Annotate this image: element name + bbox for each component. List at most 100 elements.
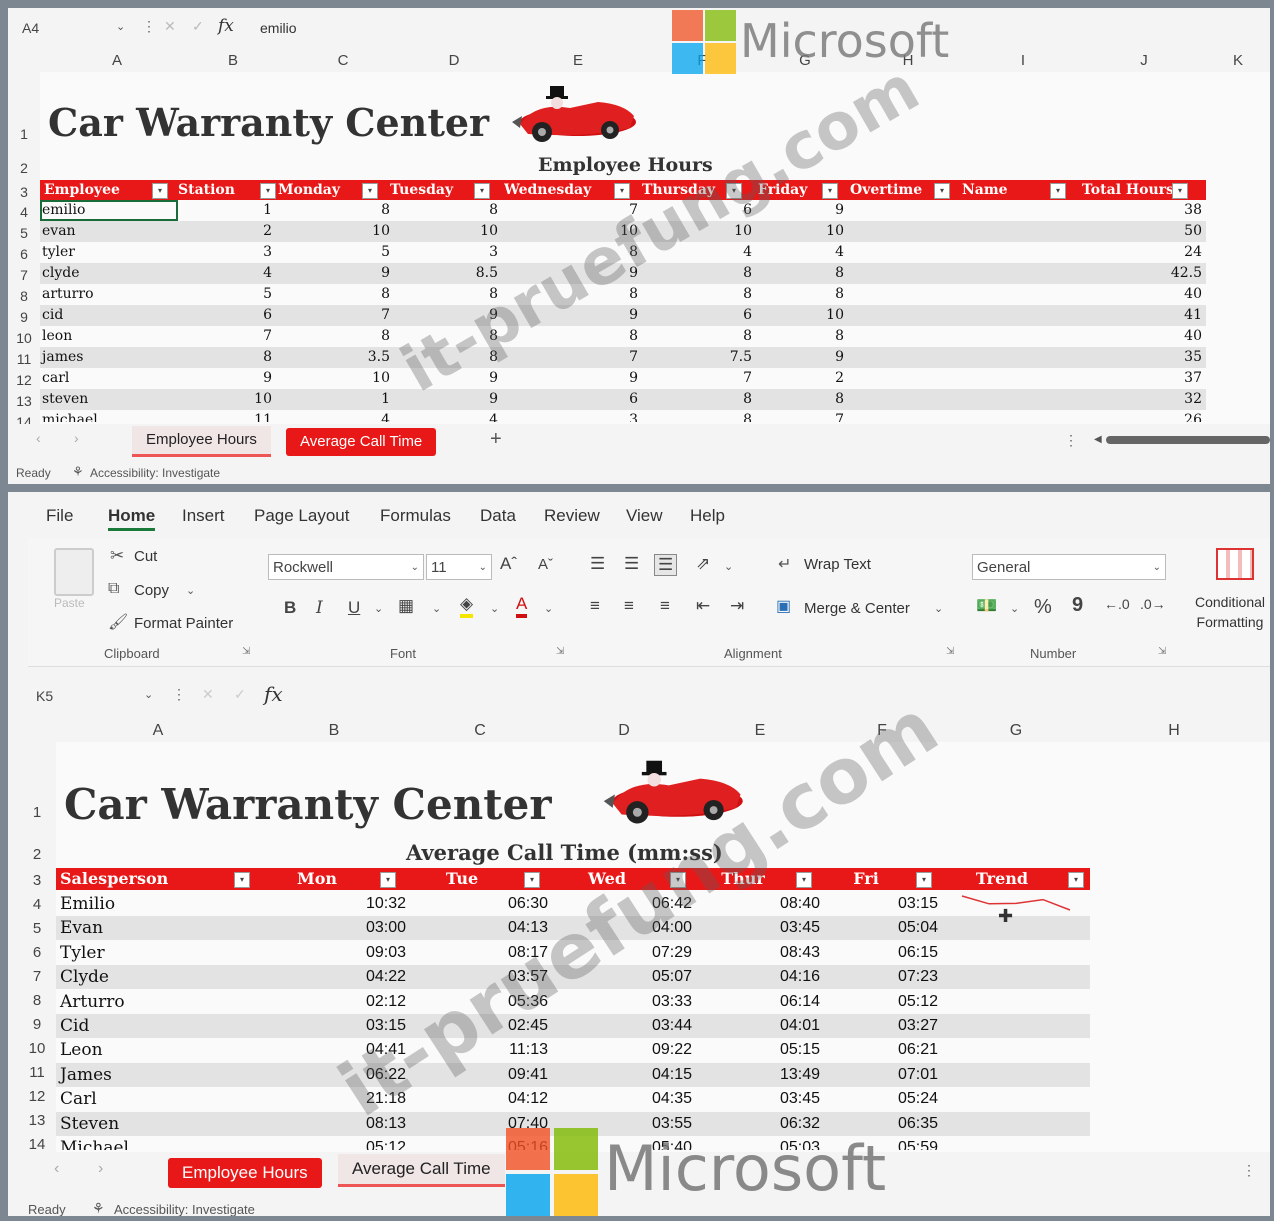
- table-cell[interactable]: 7: [512, 347, 638, 368]
- table-cell[interactable]: 04:15: [552, 1063, 692, 1087]
- chevron-left-icon[interactable]: ‹: [36, 430, 41, 446]
- table-cell[interactable]: 03:33: [552, 990, 692, 1014]
- table-cell[interactable]: 10: [760, 221, 844, 242]
- table-cell[interactable]: 38: [1084, 200, 1202, 221]
- row-header[interactable]: 13: [10, 393, 38, 409]
- chevron-down-icon[interactable]: ⌄: [490, 602, 499, 615]
- cancel-icon[interactable]: ✕: [202, 686, 214, 703]
- table-cell[interactable]: 8: [648, 326, 752, 347]
- table-cell[interactable]: 03:45: [696, 1087, 820, 1111]
- table-cell[interactable]: 10: [512, 221, 638, 242]
- column-header[interactable]: B: [178, 52, 288, 69]
- tab-file[interactable]: File: [46, 506, 73, 526]
- table-cell[interactable]: 8: [648, 263, 752, 284]
- chevron-down-icon[interactable]: ⌄: [144, 688, 153, 701]
- table-cell[interactable]: 05:15: [696, 1038, 820, 1062]
- table-cell[interactable]: [854, 242, 958, 263]
- column-header[interactable]: A: [48, 52, 186, 69]
- table-cell[interactable]: 9: [180, 368, 272, 389]
- table-cell[interactable]: 8: [290, 200, 390, 221]
- align-left-icon[interactable]: ≡: [590, 596, 600, 616]
- chevron-down-icon[interactable]: ⌄: [934, 602, 943, 615]
- table-cell[interactable]: 4: [180, 263, 272, 284]
- table-cell[interactable]: 8: [760, 284, 844, 305]
- table-cell[interactable]: 1: [180, 200, 272, 221]
- table-cell[interactable]: 8: [512, 242, 638, 263]
- table-cell[interactable]: 8.5: [400, 263, 498, 284]
- table-cell[interactable]: 8: [400, 347, 498, 368]
- filter-dropdown-icon[interactable]: ▾: [614, 183, 630, 199]
- table-cell[interactable]: Carl: [60, 1087, 250, 1111]
- table-cell[interactable]: clyde: [42, 263, 172, 284]
- row-header[interactable]: 3: [10, 184, 38, 200]
- column-header[interactable]: G: [940, 722, 1092, 740]
- column-header[interactable]: F: [824, 722, 940, 740]
- row-header[interactable]: 7: [10, 267, 38, 283]
- row-header[interactable]: 6: [10, 246, 38, 262]
- table-cell[interactable]: michael: [42, 410, 172, 422]
- table-cell[interactable]: 7: [180, 326, 272, 347]
- font-color-icon[interactable]: A: [516, 594, 528, 618]
- chevron-down-icon[interactable]: ⌄: [432, 602, 441, 615]
- function-icon[interactable]: fx: [264, 682, 283, 706]
- row-header[interactable]: 14: [22, 1136, 52, 1153]
- decrease-decimal-icon[interactable]: .0→: [1140, 596, 1166, 612]
- table-cell[interactable]: 04:12: [408, 1087, 548, 1111]
- table-cell[interactable]: leon: [42, 326, 172, 347]
- cancel-icon[interactable]: ✕: [164, 18, 176, 35]
- column-header[interactable]: K: [1206, 52, 1270, 69]
- row-header[interactable]: 13: [22, 1112, 52, 1129]
- table-cell[interactable]: [854, 221, 958, 242]
- table-cell[interactable]: 3.5: [290, 347, 390, 368]
- decrease-font-icon[interactable]: Aˇ: [538, 556, 553, 573]
- table-cell[interactable]: carl: [42, 368, 172, 389]
- table-cell[interactable]: 26: [1084, 410, 1202, 422]
- filter-dropdown-icon[interactable]: ▾: [796, 872, 812, 888]
- table-cell[interactable]: 7: [648, 368, 752, 389]
- table-cell[interactable]: 9: [290, 263, 390, 284]
- italic-button[interactable]: I: [316, 598, 323, 618]
- tab-data[interactable]: Data: [480, 506, 516, 526]
- chevron-down-icon[interactable]: ⌄: [186, 584, 195, 597]
- row-header[interactable]: 10: [22, 1040, 52, 1057]
- percent-style-button[interactable]: %: [1034, 596, 1052, 619]
- table-cell[interactable]: 8: [760, 389, 844, 410]
- table-cell[interactable]: 8: [290, 326, 390, 347]
- table-cell[interactable]: 8: [760, 326, 844, 347]
- enter-icon[interactable]: ✓: [192, 18, 204, 35]
- table-cell[interactable]: 03:15: [260, 1014, 406, 1038]
- tab-page-layout[interactable]: Page Layout: [254, 506, 349, 526]
- filter-dropdown-icon[interactable]: ▾: [1068, 872, 1084, 888]
- table-cell[interactable]: [854, 284, 958, 305]
- filter-dropdown-icon[interactable]: ▾: [380, 872, 396, 888]
- align-right-icon[interactable]: ≡: [660, 596, 670, 616]
- table-cell[interactable]: 03:44: [552, 1014, 692, 1038]
- underline-button[interactable]: U: [348, 598, 360, 618]
- status-accessibility[interactable]: Accessibility: Investigate: [90, 466, 220, 480]
- orientation-icon[interactable]: ⇗: [696, 554, 710, 574]
- table-cell[interactable]: 3: [400, 242, 498, 263]
- filter-dropdown-icon[interactable]: ▾: [234, 872, 250, 888]
- row-header[interactable]: 6: [22, 944, 52, 961]
- paste-icon[interactable]: [54, 548, 94, 596]
- table-cell[interactable]: Leon: [60, 1038, 250, 1062]
- align-bottom-icon[interactable]: ☰: [654, 554, 678, 576]
- table-cell[interactable]: [854, 200, 958, 221]
- table-cell[interactable]: 6: [648, 305, 752, 326]
- table-cell[interactable]: 42.5: [1084, 263, 1202, 284]
- row-header[interactable]: 8: [10, 288, 38, 304]
- column-header[interactable]: A: [56, 722, 260, 740]
- row-header[interactable]: 2: [22, 846, 52, 863]
- table-cell[interactable]: 07:23: [824, 965, 938, 989]
- table-cell[interactable]: 8: [760, 263, 844, 284]
- table-cell[interactable]: 5: [290, 242, 390, 263]
- chevron-left-icon[interactable]: ‹: [54, 1160, 59, 1178]
- table-cell[interactable]: 09:41: [408, 1063, 548, 1087]
- table-cell[interactable]: 6: [512, 389, 638, 410]
- format-painter-button[interactable]: Format Painter: [134, 615, 233, 632]
- cut-button[interactable]: Cut: [134, 548, 157, 565]
- table-cell[interactable]: 8: [290, 284, 390, 305]
- row-header[interactable]: 3: [22, 872, 52, 889]
- wrap-text-button[interactable]: Wrap Text: [804, 556, 871, 573]
- table-cell[interactable]: 8: [400, 200, 498, 221]
